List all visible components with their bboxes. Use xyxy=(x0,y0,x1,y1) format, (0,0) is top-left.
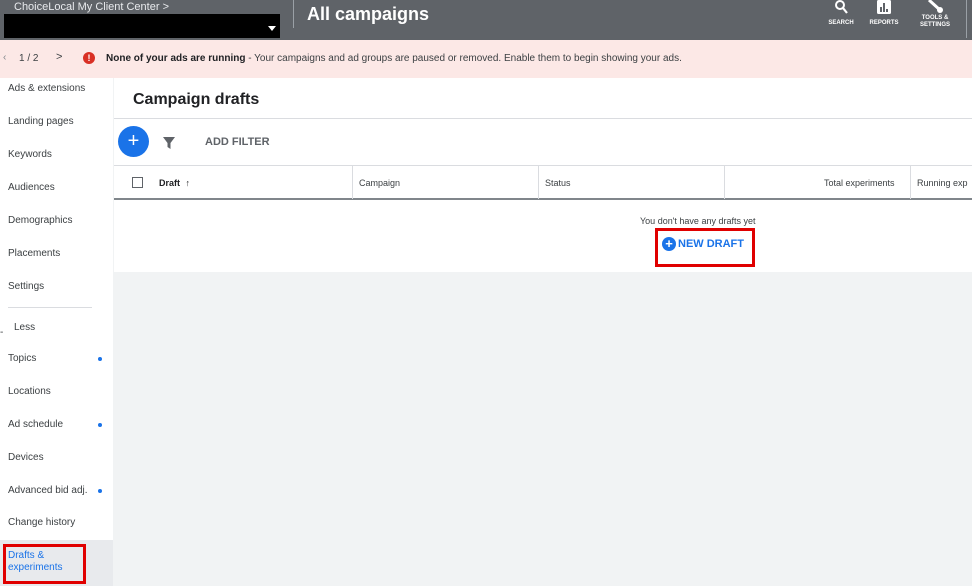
tools-settings-button[interactable]: TOOLS & SETTINGS xyxy=(915,0,955,29)
sidebar-item-placements[interactable]: Placements xyxy=(8,248,60,259)
top-bar: ChoiceLocal My Client Center > All campa… xyxy=(0,0,972,40)
sort-ascending-icon: ↑ xyxy=(185,178,191,188)
sidebar-item-drafts-experiments[interactable]: Drafts & experiments xyxy=(8,550,62,574)
add-filter-button[interactable]: ADD FILTER xyxy=(205,136,270,148)
card-title: Campaign drafts xyxy=(133,91,260,108)
alert-bar: ‹ 1 / 2 > ! None of your ads are running… xyxy=(0,40,972,78)
header-divider xyxy=(293,0,294,28)
drafts-label-line2: experiments xyxy=(8,562,63,573)
reports-icon xyxy=(877,0,891,14)
reports-label: REPORTS xyxy=(869,20,899,26)
column-separator xyxy=(352,166,353,199)
sidebar: Ads & extensions Landing pages Keywords … xyxy=(0,78,113,586)
sidebar-item-demographics[interactable]: Demographics xyxy=(8,215,72,226)
search-button[interactable]: SEARCH xyxy=(826,0,856,27)
page-title: All campaigns xyxy=(307,4,430,24)
collapse-icon[interactable]: - xyxy=(0,327,3,338)
account-dropdown-icon[interactable] xyxy=(268,26,276,31)
new-draft-label: NEW DRAFT xyxy=(678,237,744,250)
sidebar-item-less[interactable]: Less xyxy=(14,322,35,333)
sidebar-item-ads-extensions[interactable]: Ads & extensions xyxy=(8,83,85,94)
alert-message: None of your ads are running - Your camp… xyxy=(106,53,682,64)
sidebar-item-landing-pages[interactable]: Landing pages xyxy=(8,116,74,127)
alert-message-text: - Your campaigns and ad groups are pause… xyxy=(245,53,682,64)
column-header-running-experiments[interactable]: Running exp xyxy=(917,178,968,188)
column-header-total-experiments[interactable]: Total experiments xyxy=(824,178,895,188)
sidebar-divider xyxy=(8,307,92,308)
filter-icon[interactable] xyxy=(162,136,176,150)
alert-next-button[interactable]: > xyxy=(56,51,62,63)
new-draft-button[interactable]: + NEW DRAFT xyxy=(662,235,744,253)
campaign-drafts-card: Campaign drafts + ADD FILTER Draft ↑ Cam… xyxy=(114,78,972,272)
sidebar-item-ad-schedule[interactable]: Ad schedule xyxy=(8,419,63,430)
card-title-divider xyxy=(114,118,972,119)
sidebar-item-settings[interactable]: Settings xyxy=(8,281,44,292)
sidebar-item-devices[interactable]: Devices xyxy=(8,452,44,463)
sidebar-item-topics[interactable]: Topics xyxy=(8,353,36,364)
column-separator xyxy=(724,166,725,199)
column-header-status[interactable]: Status xyxy=(545,178,571,188)
add-circle-icon: + xyxy=(662,236,676,251)
client-center-breadcrumb[interactable]: ChoiceLocal My Client Center > xyxy=(14,1,169,13)
search-icon xyxy=(835,0,848,14)
select-all-checkbox[interactable] xyxy=(132,177,143,188)
header-right-divider xyxy=(966,0,967,38)
advanced-bid-status-dot xyxy=(98,489,102,493)
search-label: SEARCH xyxy=(828,20,854,26)
sidebar-item-audiences[interactable]: Audiences xyxy=(8,182,55,193)
add-draft-button[interactable]: + xyxy=(118,126,149,157)
reports-button[interactable]: REPORTS xyxy=(866,0,902,27)
drafts-label-line1: Drafts & xyxy=(8,550,45,561)
account-selector[interactable] xyxy=(4,14,280,38)
alert-message-bold: None of your ads are running xyxy=(106,53,246,64)
draft-column-label: Draft xyxy=(159,178,181,188)
table-header: Draft ↑ Campaign Status Total experiment… xyxy=(114,165,972,200)
column-separator xyxy=(910,166,911,199)
topics-status-dot xyxy=(98,357,102,361)
column-header-campaign[interactable]: Campaign xyxy=(359,178,400,188)
alert-prev-button[interactable]: ‹ xyxy=(3,52,6,63)
sidebar-item-locations[interactable]: Locations xyxy=(8,386,51,397)
sidebar-item-change-history[interactable]: Change history xyxy=(8,517,75,528)
tools-label-line1: TOOLS & xyxy=(921,15,949,21)
sidebar-item-advanced-bid-adj[interactable]: Advanced bid adj. xyxy=(8,485,88,496)
error-icon: ! xyxy=(83,52,95,64)
column-separator xyxy=(538,166,539,199)
empty-state-message: You don't have any drafts yet xyxy=(640,216,756,226)
wrench-icon xyxy=(927,0,943,13)
ad-schedule-status-dot xyxy=(98,423,102,427)
alert-pager: 1 / 2 xyxy=(19,53,39,64)
column-header-draft[interactable]: Draft ↑ xyxy=(159,178,190,188)
sidebar-item-keywords[interactable]: Keywords xyxy=(8,149,52,160)
tools-label-line2: SETTINGS xyxy=(919,22,950,28)
